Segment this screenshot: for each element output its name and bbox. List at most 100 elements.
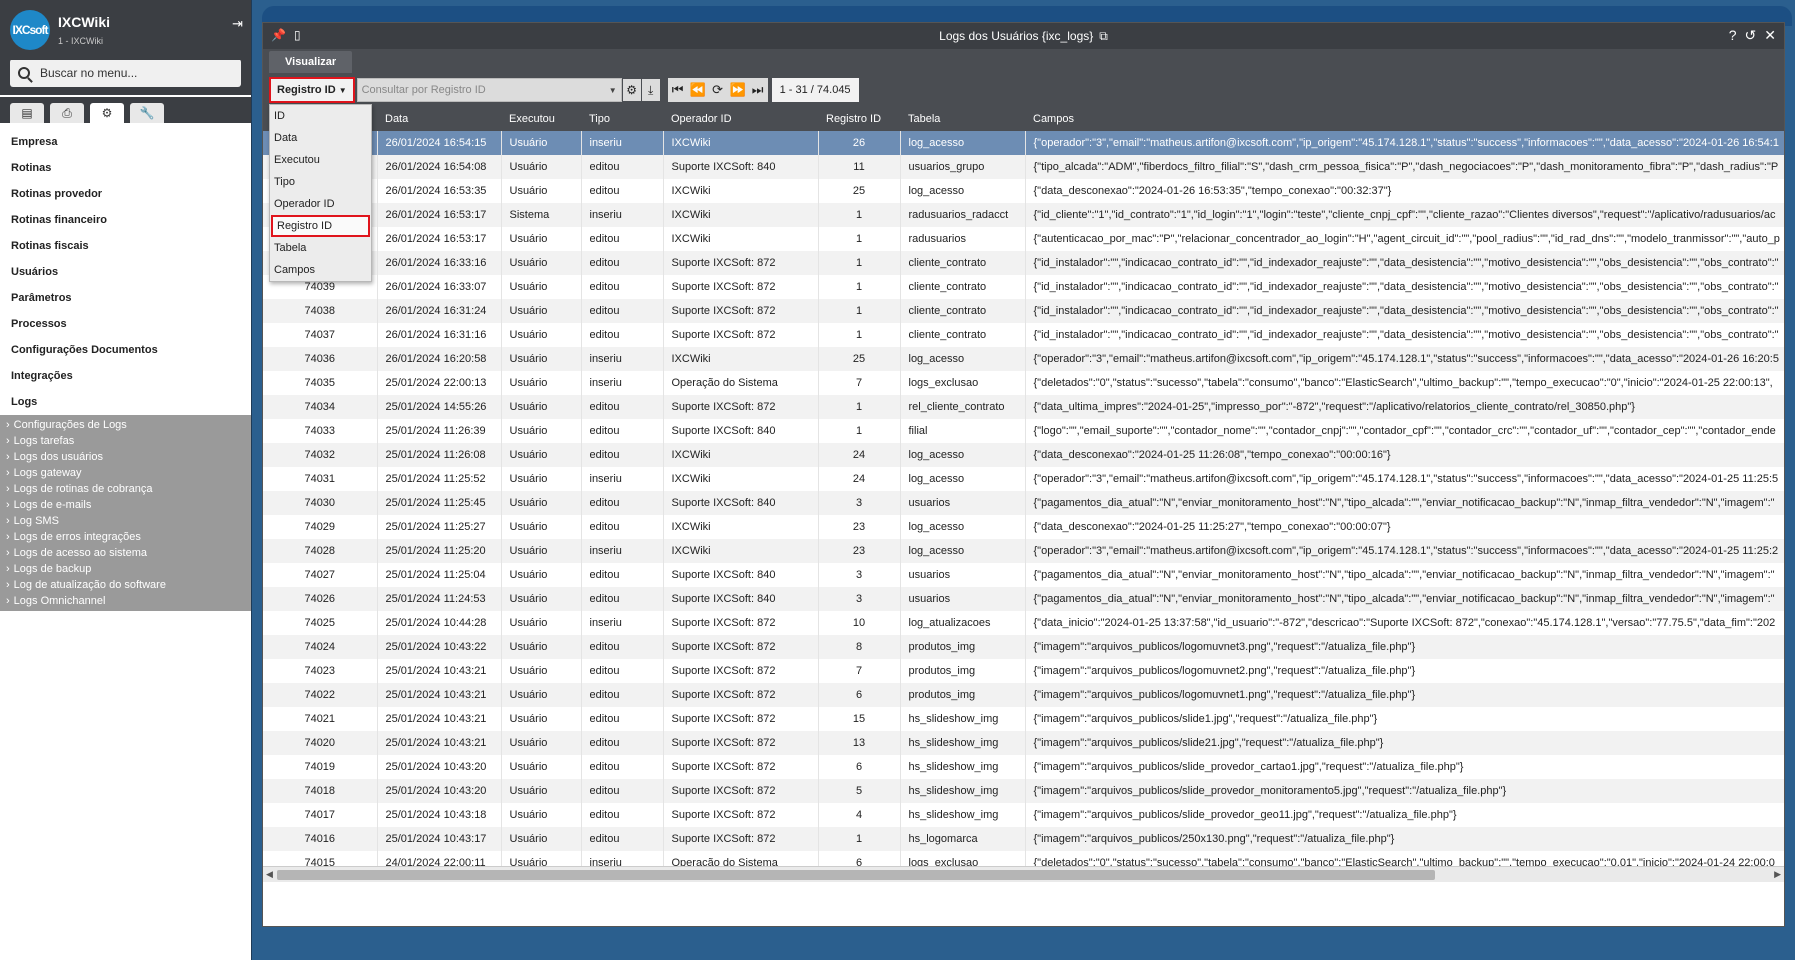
sidebar-item-configuracoes-documentos[interactable]: Configurações Documentos [0,337,251,363]
first-page-icon[interactable]: ⏮ [668,82,688,98]
dropdown-option-operador-id[interactable]: Operador ID [270,193,371,215]
sidebar-item-rotinas-fiscais[interactable]: Rotinas fiscais [0,233,251,259]
scroll-right-icon[interactable]: ▶ [1774,869,1781,880]
scrollbar-thumb[interactable] [277,870,1435,880]
advanced-filter-icon[interactable]: ⚙ [622,79,641,101]
horizontal-scrollbar[interactable]: ◀ ▶ [263,866,1784,882]
table-row[interactable]: 74037 26/01/2024 16:31:16 Usuário editou Sup… [263,323,1784,347]
table-row[interactable]: 74020 25/01/2024 10:43:21 Usuário editou Sup… [263,731,1784,755]
table-row[interactable]: 7404426/01/2024 16:54:08UsuárioeditouSup… [263,155,1784,179]
submenu-item-logs-de-backup[interactable]: Logs de backup [0,561,251,577]
cell-campos: {"id_instalador":"","indicacao_contrato_… [1025,275,1784,299]
submenu-item-logs-dos-usuarios[interactable]: Logs dos usuários [0,449,251,465]
submenu-item-logs-omnichannel[interactable]: Logs Omnichannel [0,593,251,609]
sidebar-item-rotinas-provedor[interactable]: Rotinas provedor [0,181,251,207]
table-row[interactable]: 74017 25/01/2024 10:43:18 Usuário editou Sup… [263,803,1784,827]
table-row[interactable]: 74036 26/01/2024 16:20:58 Usuário inseriu IX… [263,347,1784,371]
submenu-item-logs-de-rotinas-de-cobranca[interactable]: Logs de rotinas de cobrança [0,481,251,497]
column-header-operador-id[interactable]: Operador ID [663,107,818,131]
table-row[interactable]: 74032 25/01/2024 11:26:08 Usuário editou IXC… [263,443,1784,467]
pin-icon[interactable]: 📌 [271,28,286,42]
table-row[interactable]: 74030 25/01/2024 11:25:45 Usuário editou Sup… [263,491,1784,515]
dropdown-option-registro-id[interactable]: Registro ID [271,215,370,237]
column-header-data[interactable]: Data [377,107,501,131]
last-page-icon[interactable]: ⏭ [748,82,768,98]
submenu-item-logs-tarefas[interactable]: Logs tarefas [0,433,251,449]
table-row[interactable]: 74023 25/01/2024 10:43:21 Usuário editou Sup… [263,659,1784,683]
table-row[interactable]: 74025 25/01/2024 10:44:28 Usuário inseriu Su… [263,611,1784,635]
help-icon[interactable]: ? [1729,27,1737,44]
column-header-executou[interactable]: Executou [501,107,581,131]
table-row[interactable]: 74018 25/01/2024 10:43:20 Usuário editou Sup… [263,779,1784,803]
table-row[interactable]: 74019 25/01/2024 10:43:20 Usuário editou Sup… [263,755,1784,779]
submenu-item-logs-gateway[interactable]: Logs gateway [0,465,251,481]
column-header-tipo[interactable]: Tipo [581,107,663,131]
sidebar-item-logs[interactable]: Logs [0,389,251,415]
table-row[interactable]: 74024 25/01/2024 10:43:22 Usuário editou Sup… [263,635,1784,659]
submenu-item-logs-de-erros-integracoes[interactable]: Logs de erros integrações [0,529,251,545]
next-page-icon[interactable]: ⏩ [728,82,748,98]
submenu-item-log-sms[interactable]: Log SMS [0,513,251,529]
dropdown-option-tabela[interactable]: Tabela [270,237,371,259]
dropdown-option-data[interactable]: Data [270,127,371,149]
list-icon[interactable]: ▤ [10,103,44,123]
gears-icon[interactable]: ⚙ [90,103,124,123]
refresh-icon[interactable]: ⟳ [708,82,728,98]
table-row[interactable]: 74028 25/01/2024 11:25:20 Usuário inseriu IX… [263,539,1784,563]
table-row[interactable]: 74026 25/01/2024 11:24:53 Usuário editou Sup… [263,587,1784,611]
dropdown-option-campos[interactable]: Campos [270,259,371,281]
table-row[interactable]: 74021 25/01/2024 10:43:21 Usuário editou Sup… [263,707,1784,731]
history-icon[interactable]: ↺ [1745,27,1757,44]
menu-search-input[interactable]: Buscar no menu... [10,59,241,87]
dropdown-option-executou[interactable]: Executou [270,149,371,171]
table-row[interactable]: 74035 25/01/2024 22:00:13 Usuário inseriu Op… [263,371,1784,395]
copy-icon[interactable]: ⧉ [1099,29,1108,44]
sidebar-item-rotinas-financeiro[interactable]: Rotinas financeiro [0,207,251,233]
submenu-item-logs-de-e-mails[interactable]: Logs de e-mails [0,497,251,513]
search-field-select[interactable]: Registro ID ▼ [269,77,355,103]
table-row[interactable]: 7404126/01/2024 16:53:17UsuárioeditouIXC… [263,227,1784,251]
sidebar-item-parametros[interactable]: Parâmetros [0,285,251,311]
table-row[interactable]: 74029 25/01/2024 11:25:27 Usuário editou IXC… [263,515,1784,539]
sidebar-item-integracoes[interactable]: Integrações [0,363,251,389]
table-row[interactable]: 7404226/01/2024 16:53:17SistemainseriuIX… [263,203,1784,227]
scroll-left-icon[interactable]: ◀ [266,869,273,880]
table-row[interactable]: 74022 25/01/2024 10:43:21 Usuário editou Sup… [263,683,1784,707]
dropdown-option-id[interactable]: ID [270,105,371,127]
tab-visualizar[interactable]: Visualizar [269,51,353,73]
column-header-registro-id[interactable]: Registro ID [818,107,900,131]
submenu-item-logs-de-acesso-ao-sistema[interactable]: Logs de acesso ao sistema [0,545,251,561]
operator-chevron-icon[interactable]: ▼ [609,86,617,95]
cell-campos: {"deletados":"0","status":"sucesso","tab… [1025,371,1784,395]
query-input[interactable]: Consultar por Registro ID ▼ [356,78,622,102]
column-header-campos[interactable]: Campos [1025,107,1784,131]
code-file-icon[interactable]: ▯ [294,28,301,42]
table-row[interactable]: 74016 25/01/2024 10:43:17 Usuário editou Sup… [263,827,1784,851]
table-row[interactable]: 7404026/01/2024 16:33:16UsuárioeditouSup… [263,251,1784,275]
submenu-item-log-de-atualizacao-do-software[interactable]: Log de atualização do software [0,577,251,593]
cell-rid: 10 [818,611,901,635]
table-row[interactable]: 7404526/01/2024 16:54:15UsuárioinseriuIX… [263,131,1784,155]
close-icon[interactable]: ✕ [1764,27,1776,44]
wrench-icon[interactable]: 🔧 [130,103,164,123]
record-counter: 1 - 31 / 74.045 [771,78,859,102]
sidebar-item-empresa[interactable]: Empresa [0,129,251,155]
table-row[interactable]: 74039 26/01/2024 16:33:07 Usuário editou Sup… [263,275,1784,299]
sidebar-item-usuarios[interactable]: Usuários [0,259,251,285]
download-icon[interactable]: ⤓ [641,79,660,101]
logout-icon[interactable]: ⇥ [232,16,243,32]
table-row[interactable]: 74034 25/01/2024 14:55:26 Usuário editou Sup… [263,395,1784,419]
print-icon[interactable]: ⎙ [50,103,84,123]
table-row[interactable]: 74038 26/01/2024 16:31:24 Usuário editou Sup… [263,299,1784,323]
table-row[interactable]: 7404326/01/2024 16:53:35UsuárioeditouIXC… [263,179,1784,203]
table-row[interactable]: 74027 25/01/2024 11:25:04 Usuário editou Sup… [263,563,1784,587]
sidebar-item-processos[interactable]: Processos [0,311,251,337]
previous-page-icon[interactable]: ⏪ [688,82,708,98]
dropdown-option-tipo[interactable]: Tipo [270,171,371,193]
column-header-tabela[interactable]: Tabela [900,107,1025,131]
table-row[interactable]: 74031 25/01/2024 11:25:52 Usuário inseriu IX… [263,467,1784,491]
sidebar-item-rotinas[interactable]: Rotinas [0,155,251,181]
cell-id: 74026 [263,587,378,611]
table-row[interactable]: 74033 25/01/2024 11:26:39 Usuário editou Sup… [263,419,1784,443]
submenu-item-configuracoes-de-logs[interactable]: Configurações de Logs [0,417,251,433]
